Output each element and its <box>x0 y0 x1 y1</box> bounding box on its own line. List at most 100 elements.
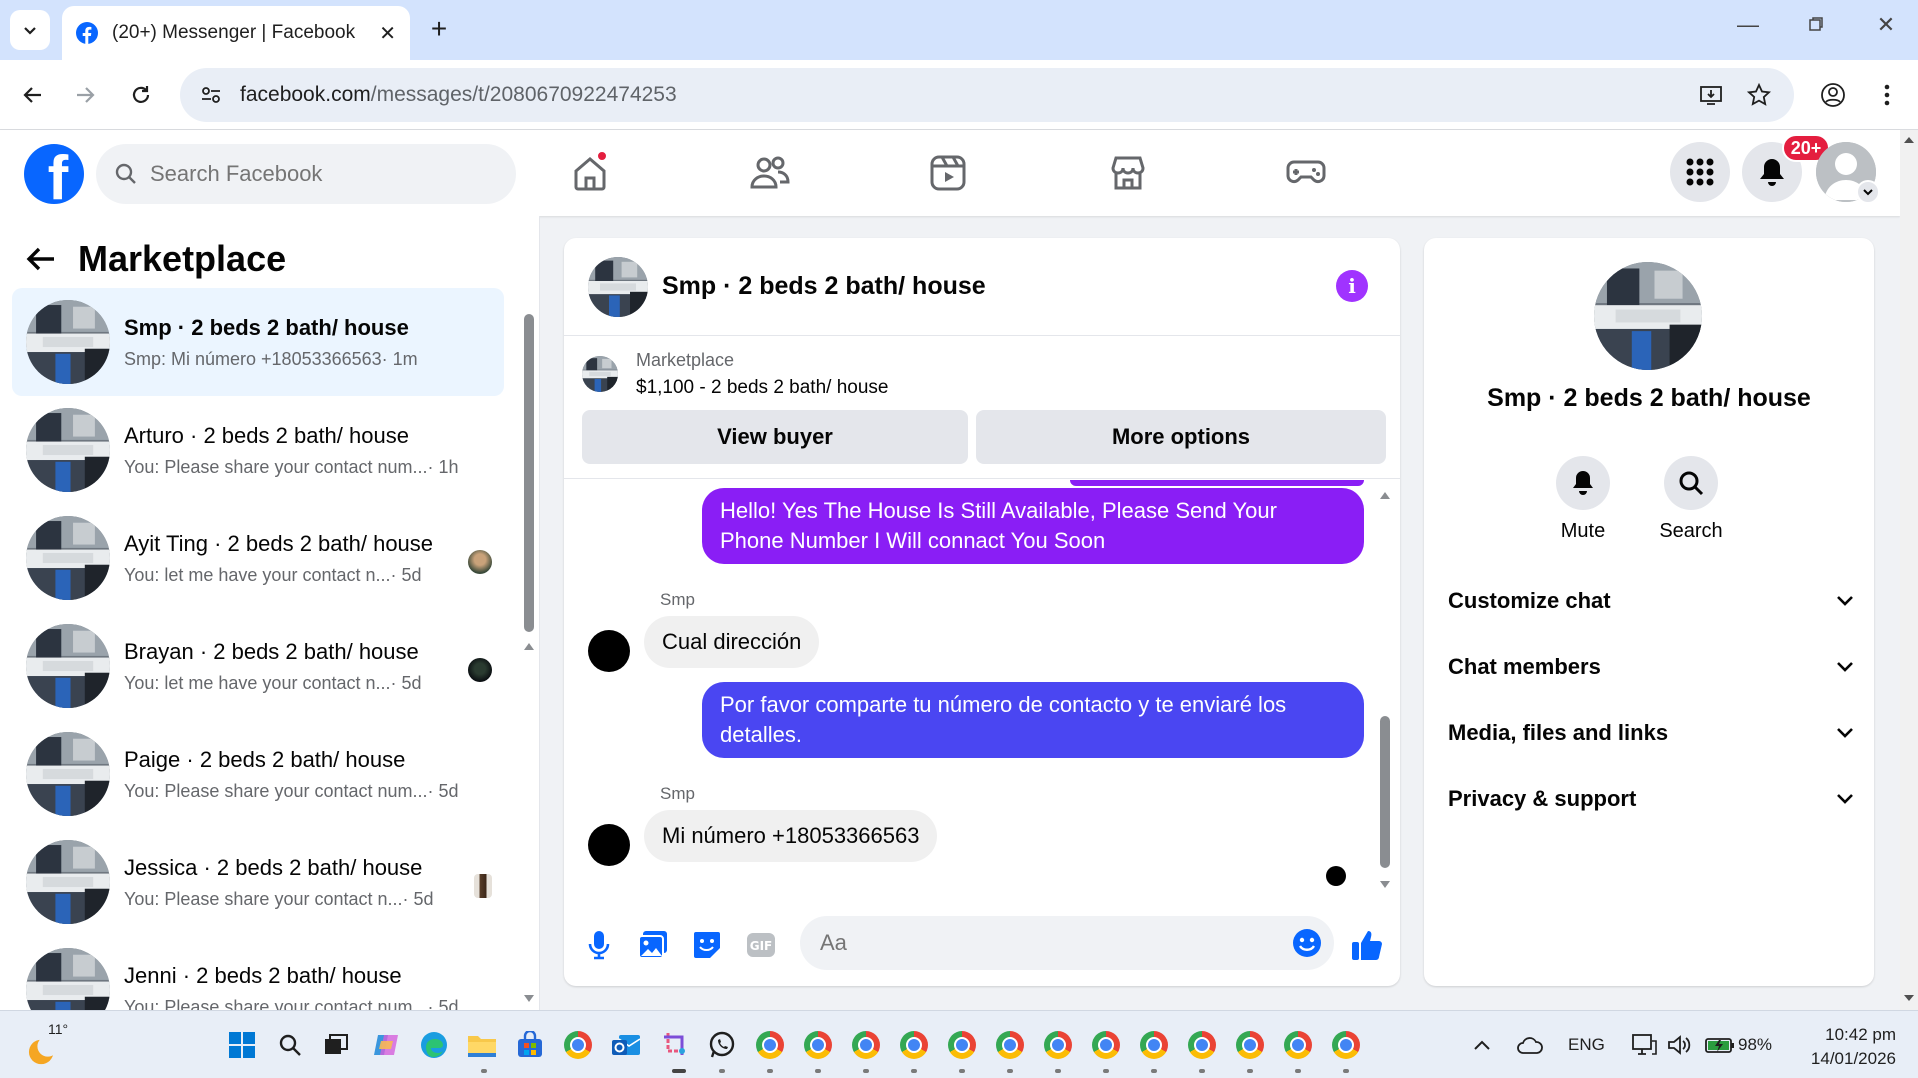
message-scrollbar[interactable] <box>1380 716 1390 868</box>
message-input-box[interactable] <box>800 916 1334 970</box>
message-input[interactable] <box>820 930 1260 956</box>
reload-button[interactable] <box>122 76 160 114</box>
outlook-app[interactable] <box>610 1029 642 1061</box>
voice-clip-button[interactable] <box>582 928 616 962</box>
nav-friends[interactable] <box>740 148 800 198</box>
chrome-window-6[interactable] <box>994 1029 1026 1061</box>
browser-tab[interactable]: (20+) Messenger | Facebook ✕ <box>62 6 410 60</box>
file-explorer-app[interactable] <box>466 1029 498 1061</box>
media-files-links-section[interactable]: Media, files and links <box>1448 706 1854 760</box>
conversation-item-ayit-ting[interactable]: Ayit Ting · 2 beds 2 bath/ house You: le… <box>12 504 504 612</box>
sender-avatar[interactable] <box>588 824 630 866</box>
message-outgoing[interactable]: Hello! Yes The House Is Still Available,… <box>702 488 1364 564</box>
system-clock[interactable]: 10:42 pm 14/01/2026 <box>1790 1023 1896 1071</box>
start-button[interactable] <box>226 1029 258 1061</box>
back-arrow-icon[interactable] <box>26 246 56 272</box>
chrome-window-2[interactable] <box>802 1029 834 1061</box>
mute-button[interactable]: Mute <box>1538 456 1628 543</box>
listing-title[interactable]: $1,100 - 2 beds 2 bath/ house <box>636 377 888 399</box>
bookmark-button[interactable] <box>1740 76 1778 114</box>
tab-search-button[interactable] <box>10 10 50 50</box>
snipping-tool-app[interactable] <box>660 1029 692 1061</box>
privacy-support-section[interactable]: Privacy & support <box>1448 772 1854 826</box>
volume-button[interactable] <box>1664 1029 1696 1061</box>
chrome-window-3[interactable] <box>850 1029 882 1061</box>
menu-button[interactable] <box>1670 142 1730 202</box>
whatsapp-app[interactable] <box>706 1029 738 1061</box>
conversation-item-brayan[interactable]: Brayan · 2 beds 2 bath/ house You: let m… <box>12 612 504 720</box>
account-menu-chevron[interactable] <box>1856 180 1880 204</box>
nav-marketplace[interactable] <box>1098 148 1158 198</box>
address-bar[interactable]: facebook.com/messages/t/2080670922474253 <box>180 68 1794 122</box>
customize-chat-section[interactable]: Customize chat <box>1448 574 1854 628</box>
facebook-logo-icon[interactable]: f <box>24 144 84 204</box>
edge-app[interactable] <box>418 1029 450 1061</box>
conversation-avatar[interactable] <box>1594 262 1702 370</box>
nav-home[interactable] <box>560 148 620 198</box>
minimize-icon[interactable]: — <box>1728 12 1768 38</box>
chrome-window-9[interactable] <box>1138 1029 1170 1061</box>
taskbar-search-button[interactable] <box>274 1029 306 1061</box>
info-icon[interactable]: i <box>1336 270 1368 302</box>
send-like-button[interactable] <box>1350 928 1384 962</box>
back-button[interactable] <box>14 76 52 114</box>
view-buyer-button[interactable]: View buyer <box>582 410 968 464</box>
forward-button[interactable] <box>66 76 104 114</box>
chrome-app[interactable] <box>562 1029 594 1061</box>
chrome-window-11[interactable] <box>1234 1029 1266 1061</box>
scroll-up-icon[interactable] <box>1903 134 1915 146</box>
scroll-down-icon[interactable] <box>1378 878 1392 892</box>
conversation-item-arturo[interactable]: Arturo · 2 beds 2 bath/ house You: Pleas… <box>12 396 504 504</box>
message-incoming[interactable]: Mi número +18053366563 <box>644 810 938 862</box>
sidebar-scrollbar[interactable] <box>524 314 534 632</box>
task-view-button[interactable] <box>320 1029 352 1061</box>
conversation-item-jenni[interactable]: Jenni · 2 beds 2 bath/ house You: Please… <box>12 936 504 1010</box>
nav-video[interactable] <box>918 148 978 198</box>
message-outgoing[interactable]: Por favor comparte tu número de contacto… <box>702 682 1364 758</box>
chrome-window-1[interactable] <box>754 1029 786 1061</box>
more-options-button[interactable]: More options <box>976 410 1386 464</box>
restore-icon[interactable] <box>1796 12 1836 38</box>
emoji-icon[interactable] <box>1292 928 1322 958</box>
scroll-down-icon[interactable] <box>1903 992 1915 1004</box>
store-app[interactable] <box>514 1029 546 1061</box>
onedrive-button[interactable] <box>1514 1029 1546 1061</box>
weather-widget[interactable] <box>28 1035 60 1067</box>
chrome-window-8[interactable] <box>1090 1029 1122 1061</box>
sender-avatar[interactable] <box>588 630 630 672</box>
conversation-item-smp[interactable]: Smp · 2 beds 2 bath/ house Smp: Mi númer… <box>12 288 504 396</box>
attach-photo-button[interactable] <box>636 928 670 962</box>
sticker-button[interactable] <box>690 928 724 962</box>
chrome-window-5[interactable] <box>946 1029 978 1061</box>
chat-members-section[interactable]: Chat members <box>1448 640 1854 694</box>
close-window-icon[interactable]: ✕ <box>1866 12 1906 38</box>
chrome-window-10[interactable] <box>1186 1029 1218 1061</box>
browser-profile-button[interactable] <box>1814 76 1852 114</box>
chrome-window-7[interactable] <box>1042 1029 1074 1061</box>
scroll-down-icon[interactable] <box>522 992 536 1006</box>
page-scrollbar[interactable] <box>1900 130 1918 1010</box>
search-in-conversation-button[interactable]: Search <box>1646 456 1736 543</box>
facebook-search-box[interactable] <box>96 144 516 204</box>
close-tab-icon[interactable]: ✕ <box>379 21 396 46</box>
input-language[interactable]: ENG <box>1568 1035 1605 1055</box>
conversation-item-paige[interactable]: Paige · 2 beds 2 bath/ house You: Please… <box>12 720 504 828</box>
gif-button[interactable]: GIF <box>744 928 778 962</box>
conversation-item-jessica[interactable]: Jessica · 2 beds 2 bath/ house You: Plea… <box>12 828 504 936</box>
site-settings-icon[interactable] <box>200 84 222 106</box>
show-hidden-icons-button[interactable] <box>1466 1029 1498 1061</box>
chrome-window-4[interactable] <box>898 1029 930 1061</box>
nav-gaming[interactable] <box>1276 148 1336 198</box>
chrome-window-13[interactable] <box>1330 1029 1362 1061</box>
chat-avatar[interactable] <box>588 256 648 317</box>
chrome-window-12[interactable] <box>1282 1029 1314 1061</box>
install-app-button[interactable] <box>1692 76 1730 114</box>
browser-menu-button[interactable] <box>1868 76 1906 114</box>
copilot-app[interactable] <box>370 1029 402 1061</box>
network-button[interactable] <box>1628 1029 1660 1061</box>
facebook-search-input[interactable] <box>150 161 450 187</box>
new-tab-button[interactable]: + <box>424 13 454 44</box>
chat-title[interactable]: Smp · 2 beds 2 bath/ house <box>662 272 986 301</box>
scroll-up-icon[interactable] <box>1378 488 1392 502</box>
message-incoming[interactable]: Cual dirección <box>644 616 820 668</box>
